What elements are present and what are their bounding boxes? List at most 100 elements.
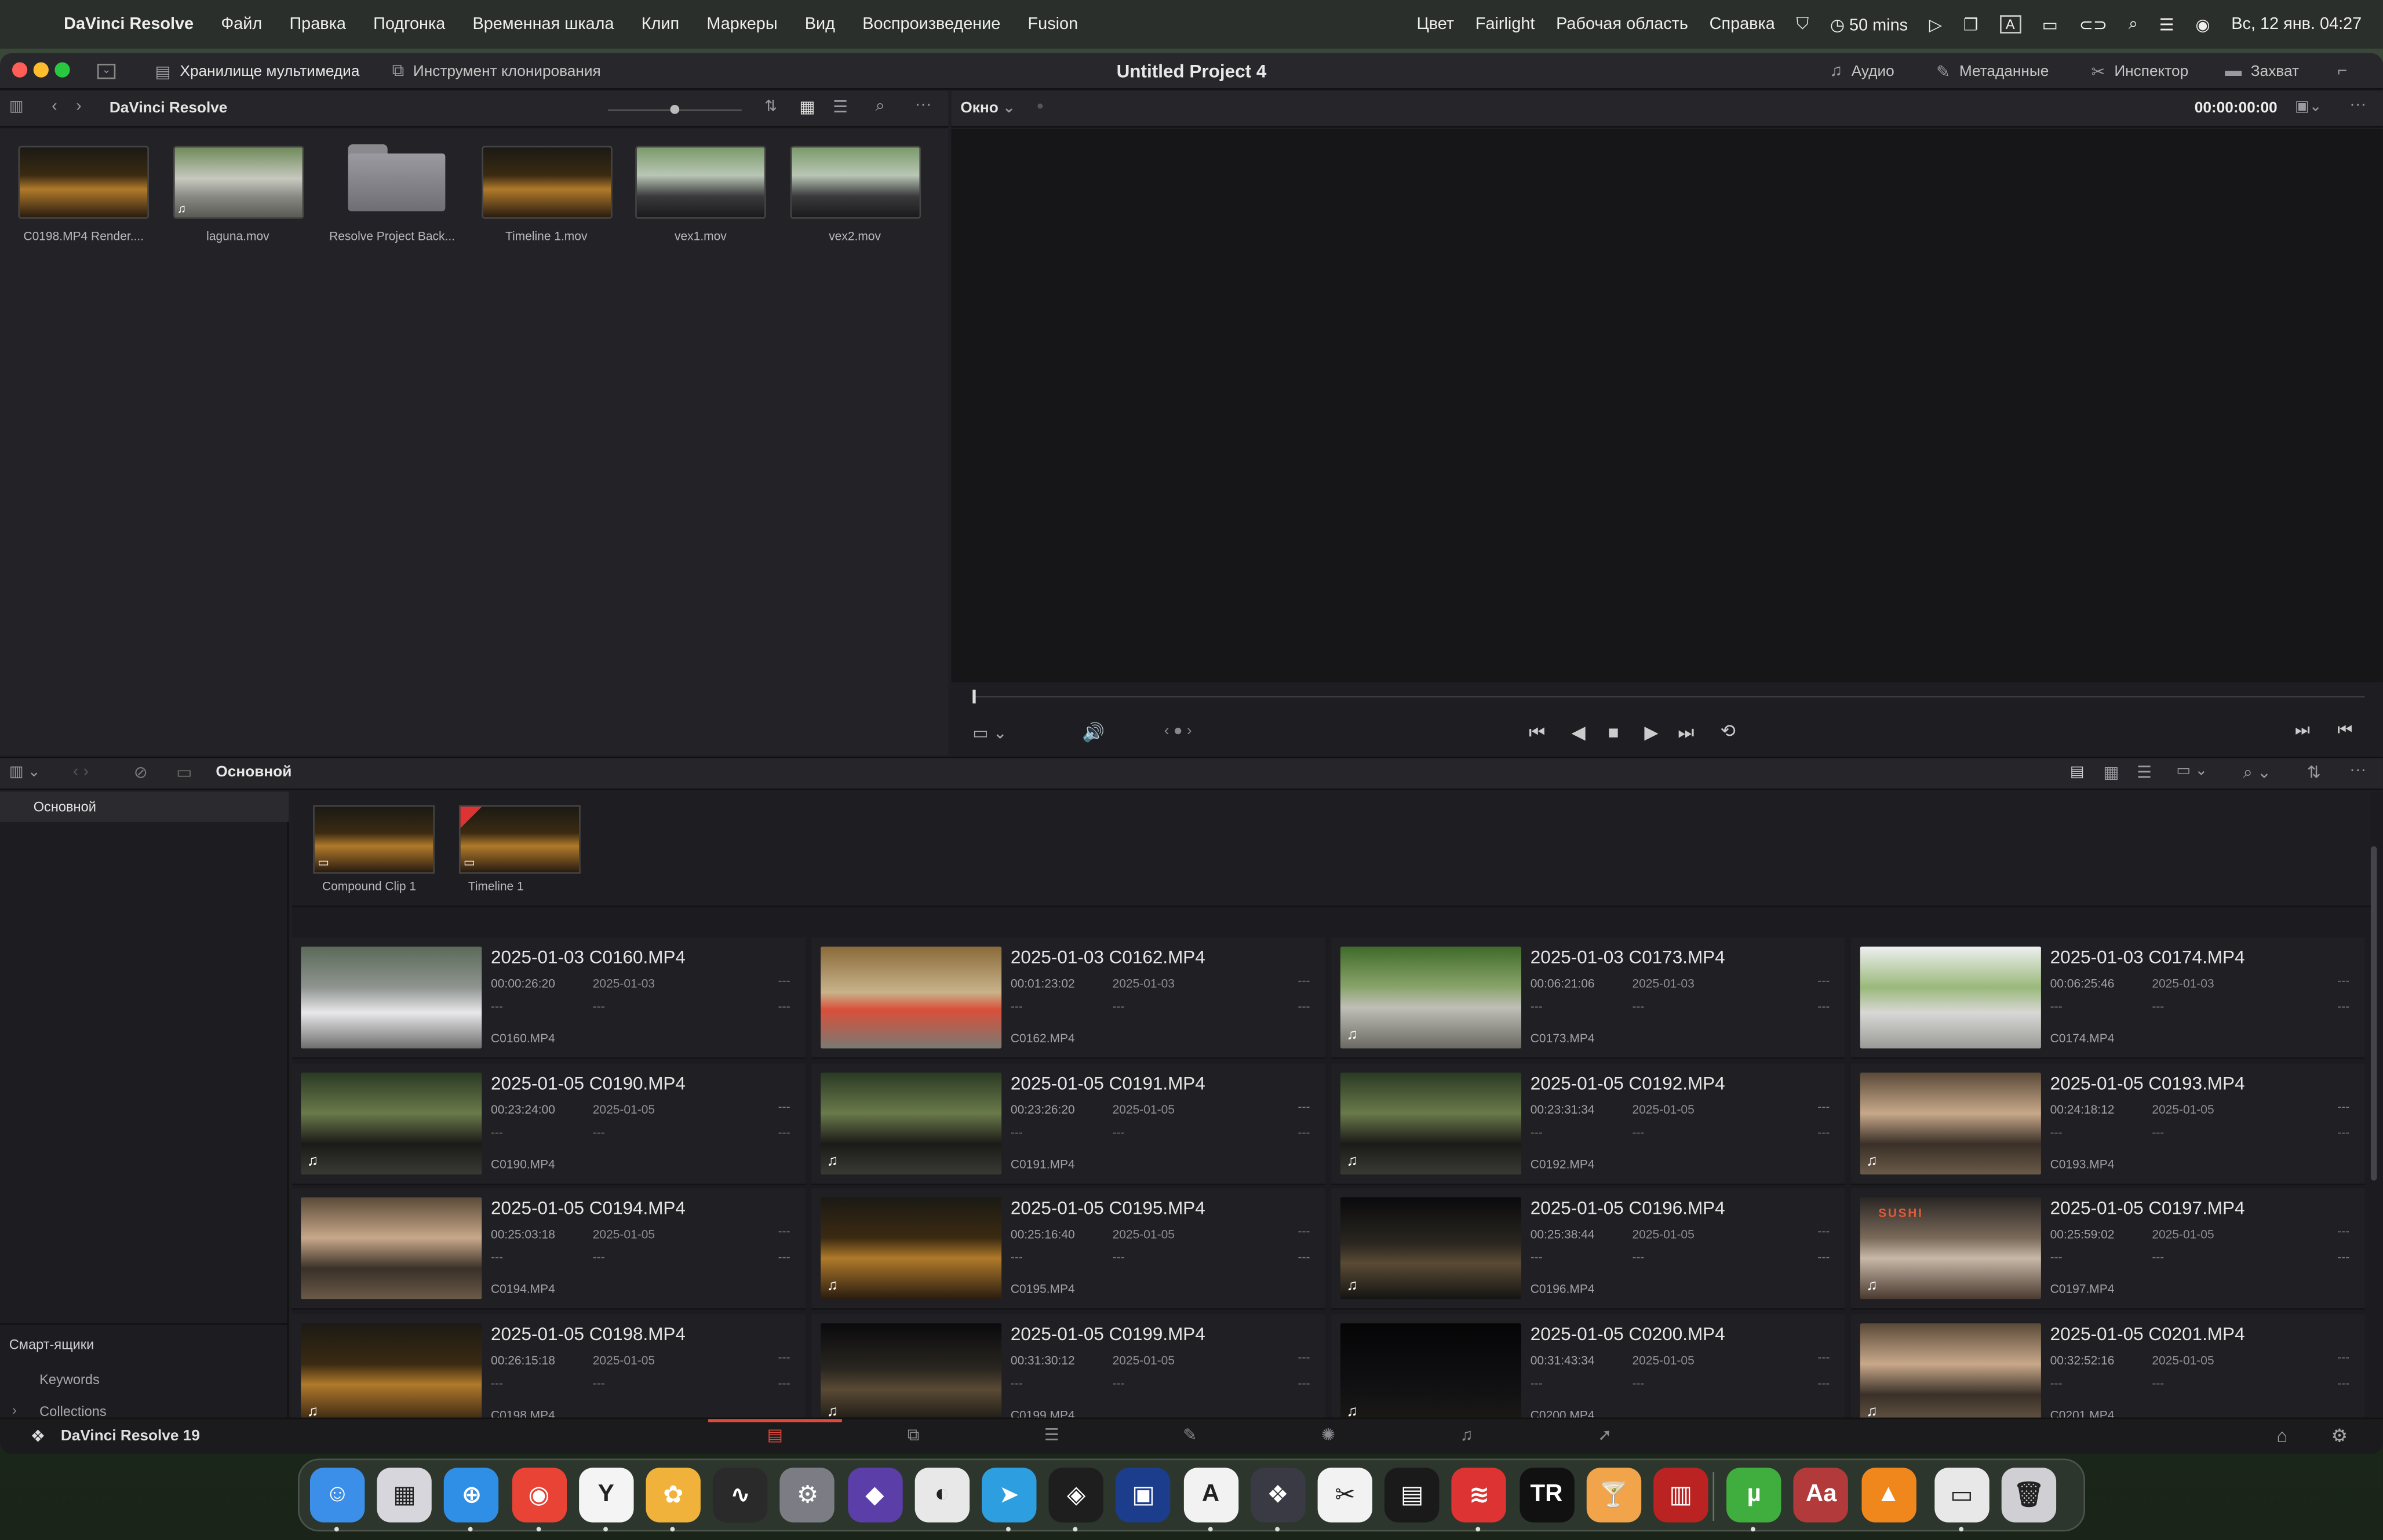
clip-card[interactable]: SUSHI ♫ 2025-01-05 C0197.MP4 00:25:59:02 202… <box>1851 1188 2365 1310</box>
bin-sort-icon[interactable]: ⇅ <box>2307 762 2321 782</box>
minimize-window-button[interactable] <box>33 62 49 78</box>
next-frame-icon[interactable]: ⏭ <box>2295 722 2310 742</box>
photo-booth-icon[interactable]: ▥ <box>1653 1468 1708 1523</box>
list-view-icon[interactable]: ☰ <box>2137 762 2152 782</box>
loop-icon[interactable]: ⟲ <box>1721 720 1736 742</box>
finder-icon[interactable]: ☺ <box>309 1468 365 1523</box>
inspector-button[interactable]: ✂ Инспектор <box>2091 53 2188 90</box>
control-center-icon[interactable]: ☰ <box>2159 14 2174 34</box>
clip-thumbnail[interactable]: ♫ <box>1860 1072 2041 1174</box>
menu-item-7[interactable]: Воспроизведение <box>862 15 1000 33</box>
menu-right-item-3[interactable]: Справка <box>1710 15 1775 33</box>
clip-thumbnail[interactable]: ♫ <box>821 1197 1002 1300</box>
bin-list-toggle-icon[interactable]: ▥ ⌄ <box>9 764 41 781</box>
yandex-browser-icon[interactable]: Y <box>578 1468 634 1523</box>
clip-thumbnail[interactable] <box>301 946 482 1049</box>
davinci-resolve-icon[interactable]: ❖ <box>1250 1468 1306 1523</box>
smart-bin-keywords[interactable]: Keywords <box>39 1372 100 1387</box>
menubar-datetime[interactable]: Вс, 12 янв. 04:27 <box>2231 15 2362 33</box>
media-storage-button[interactable]: ▤ Хранилище мультимедиа <box>155 53 359 90</box>
clip-thumbnail[interactable]: ♫ <box>1340 1322 1522 1425</box>
metadata-view-icon[interactable]: ▤ <box>2070 764 2085 781</box>
clip-card[interactable]: ♫ 2025-01-05 C0200.MP4 00:31:43:34 2025-01-… <box>1331 1313 1845 1435</box>
obsidian-icon[interactable]: ◆ <box>847 1468 902 1523</box>
viewer-more-icon[interactable]: ··· <box>2349 96 2366 114</box>
capcut-icon[interactable]: ✂ <box>1317 1468 1373 1523</box>
media-thumbnail[interactable] <box>18 145 149 219</box>
trash-icon[interactable]: 🗑 <box>2001 1468 2057 1523</box>
playhead[interactable] <box>972 689 976 704</box>
clip-card[interactable]: ♫ 2025-01-05 C0190.MP4 00:23:24:00 2025-01-… <box>292 1063 806 1185</box>
dictionary-icon[interactable]: Aa <box>1794 1468 1849 1523</box>
viewer-window-dropdown[interactable]: Окно ⌄ <box>960 100 1015 117</box>
clip-thumbnail[interactable]: ♫ <box>301 1072 482 1174</box>
clip-card[interactable]: 2025-01-05 C0194.MP4 00:25:03:18 2025-01-0… <box>292 1188 806 1310</box>
go-to-start-icon[interactable]: ⏮ <box>1529 722 1545 745</box>
fusion-page-icon[interactable]: ✎ <box>1123 1419 1257 1454</box>
thumbnail-view-icon[interactable]: ▦ <box>2103 762 2119 782</box>
comment-icon[interactable]: ▭ <box>176 762 192 782</box>
slider-handle[interactable] <box>670 104 680 114</box>
back-icon[interactable]: ‹ <box>52 97 57 115</box>
sort-icon[interactable]: ⇅ <box>764 98 777 115</box>
volume-icon[interactable]: 🔊 <box>1082 722 1105 743</box>
zoom-window-button[interactable] <box>54 62 70 78</box>
more-options-icon[interactable]: ··· <box>915 96 932 114</box>
fairlight-page-icon[interactable]: ♫ <box>1400 1419 1533 1454</box>
bin-search-icon[interactable]: ⌕ ⌄ <box>2243 762 2271 784</box>
clip-thumbnail[interactable]: ♫ <box>821 1322 1002 1425</box>
menu-item-3[interactable]: Временная шкала <box>472 15 614 33</box>
siri-icon[interactable]: ◉ <box>2195 14 2210 34</box>
scrub-bar[interactable] <box>972 696 2365 698</box>
color-page-icon[interactable]: ✺ <box>1262 1419 1395 1454</box>
menu-item-4[interactable]: Клип <box>642 15 679 33</box>
bin-more-icon[interactable]: ··· <box>2349 761 2366 779</box>
menu-item-5[interactable]: Маркеры <box>706 15 777 33</box>
clip-thumbnail[interactable]: ♫ <box>821 1072 1002 1174</box>
link-icon[interactable]: ⊂⊃ <box>2079 14 2107 34</box>
deliver-page-icon[interactable]: ➚ <box>1538 1419 1672 1454</box>
link-icon[interactable]: ⊘ <box>134 762 148 782</box>
clone-tool-button[interactable]: ⧉ Инструмент клонирования <box>392 53 601 90</box>
input-source-indicator[interactable]: A <box>1999 15 2021 34</box>
clip-card[interactable]: ♫ 2025-01-05 C0191.MP4 00:23:26:20 2025-01-… <box>811 1063 1325 1185</box>
clip-thumbnail[interactable] <box>821 946 1002 1049</box>
documents-icon[interactable]: ▭ <box>1934 1468 1990 1523</box>
grid-view-icon[interactable]: ▦ <box>799 97 815 116</box>
clip-card[interactable]: ♫ 2025-01-05 C0193.MP4 00:24:18:12 2025-01-… <box>1851 1063 2365 1185</box>
clip-card[interactable]: ♫ 2025-01-05 C0201.MP4 00:32:52:16 2025-01-… <box>1851 1313 2365 1435</box>
viewer-canvas[interactable] <box>951 129 2383 683</box>
menu-item-1[interactable]: Правка <box>289 15 345 33</box>
shield-icon[interactable]: ⛉ <box>1797 14 1809 34</box>
windows-icon[interactable]: ❐ <box>1963 14 1978 34</box>
clip-card[interactable]: 2025-01-03 C0162.MP4 00:01:23:02 2025-01-0… <box>811 937 1325 1059</box>
sidebar-toggle-icon[interactable]: ▥ <box>9 98 24 115</box>
tr-app-icon[interactable]: TR <box>1519 1468 1574 1523</box>
battery-icon[interactable]: ▭ <box>2042 14 2058 34</box>
clip-area-scrollbar[interactable] <box>2370 846 2377 1181</box>
clip-thumbnail[interactable]: ♫ <box>1340 1072 1522 1174</box>
capture-button[interactable]: ▬ Захват <box>2225 53 2299 90</box>
fullscreen-icon[interactable]: ⌐ <box>2337 53 2356 90</box>
bin-back-icon[interactable]: ‹ › <box>73 762 89 780</box>
final-cut-icon[interactable]: ▤ <box>1384 1468 1440 1523</box>
clip-card[interactable]: ♫ 2025-01-03 C0173.MP4 00:06:21:06 2025-01-… <box>1331 937 1845 1059</box>
media-thumbnail[interactable] <box>789 145 920 219</box>
audio-button[interactable]: ♫ Аудио <box>1830 53 1894 90</box>
vlc-icon[interactable]: ▲ <box>1861 1468 1916 1523</box>
clip-size-icon[interactable]: ▭ ⌄ <box>2176 762 2207 779</box>
search-icon[interactable]: ⌕ <box>876 97 885 117</box>
safari-icon[interactable]: ⊕ <box>444 1468 500 1523</box>
clip-card[interactable]: ♫ 2025-01-05 C0199.MP4 00:31:30:12 2025-01-… <box>811 1313 1325 1435</box>
photos-icon[interactable]: ✿ <box>646 1468 701 1523</box>
search-icon[interactable]: ⌕ <box>2129 14 2138 34</box>
play-icon[interactable]: ▶ <box>1644 722 1658 743</box>
clip-card[interactable]: ♫ 2025-01-05 C0196.MP4 00:25:38:44 2025-01-… <box>1331 1188 1845 1310</box>
clip-thumbnail[interactable]: ♫ <box>1340 946 1522 1049</box>
chevron-right-icon[interactable]: › <box>12 1402 17 1417</box>
clip-card[interactable]: 2025-01-03 C0174.MP4 00:06:25:46 2025-01-0… <box>1851 937 2365 1059</box>
list-view-icon[interactable]: ☰ <box>833 97 848 116</box>
clip-thumbnail[interactable]: ♫ <box>301 1322 482 1425</box>
media-thumbnail[interactable] <box>635 145 766 219</box>
clip-card[interactable]: ♫ 2025-01-05 C0192.MP4 00:23:31:34 2025-01-… <box>1331 1063 1845 1185</box>
